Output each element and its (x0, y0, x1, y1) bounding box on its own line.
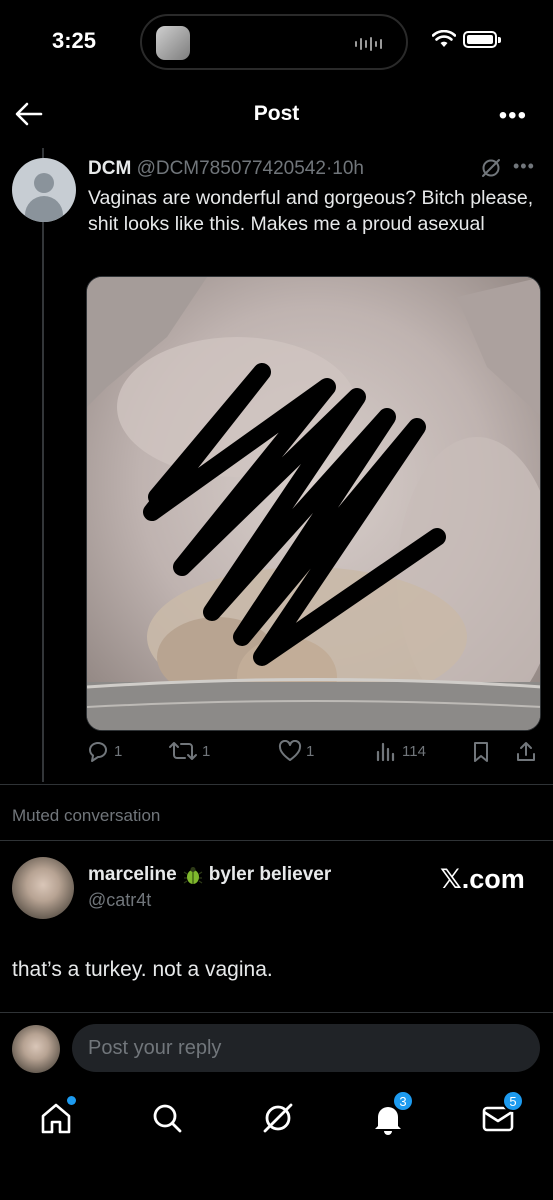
divider (0, 1012, 553, 1013)
notifications-badge: 3 (392, 1090, 414, 1112)
tweet-media-image[interactable] (86, 276, 541, 731)
home-indicator-area (0, 1148, 553, 1200)
status-time: 3:25 (52, 28, 97, 53)
repost-icon (169, 742, 197, 760)
views-count: 114 (402, 742, 426, 760)
views-chart-icon (376, 742, 395, 762)
divider (0, 840, 553, 841)
share-icon[interactable] (514, 740, 538, 764)
more-options-icon[interactable]: ••• (499, 102, 527, 130)
like-action[interactable]: 1 (278, 740, 314, 762)
reply-author-first: marceline (88, 864, 177, 885)
x-watermark: 𝕏.com (440, 864, 525, 894)
audio-waveform-icon (355, 35, 382, 53)
muted-conversation-label: Muted conversation (12, 806, 161, 825)
tab-grok[interactable] (258, 1098, 298, 1138)
repost-action[interactable]: 1 (168, 740, 210, 762)
post-header: Post ••• (0, 88, 553, 140)
reply-composer[interactable] (72, 1024, 540, 1072)
reply-author-suffix: byler believer (208, 864, 332, 885)
divider (0, 784, 553, 785)
like-count: 1 (306, 742, 315, 760)
tab-home[interactable] (36, 1096, 76, 1138)
tweet-text: Vaginas are wonderful and gorgeous? Bitc… (88, 187, 534, 235)
status-bar: 3:25 (0, 0, 553, 84)
reply-action[interactable]: 1 (86, 740, 122, 762)
messages-badge: 5 (502, 1090, 524, 1112)
tweet-more-icon[interactable]: ••• (513, 156, 535, 177)
reply-count: 1 (114, 742, 123, 760)
wifi-icon (432, 30, 456, 47)
avatar[interactable] (12, 1025, 60, 1073)
reply-author-name[interactable]: marceline byler believer (88, 864, 331, 886)
censored-photo (87, 277, 540, 730)
grok-icon (263, 1103, 293, 1133)
avatar[interactable] (12, 857, 74, 919)
post-age[interactable]: 10h (332, 158, 364, 179)
tweet-actions: 1 1 1 114 (86, 740, 546, 770)
reply-text: that’s a turkey. not a vagina. (12, 958, 273, 981)
tab-notifications[interactable]: 3 (368, 1090, 414, 1138)
beetle-emoji-icon (183, 867, 203, 884)
reply-icon (89, 742, 107, 762)
grok-icon[interactable] (480, 157, 502, 179)
author-name[interactable]: DCM (88, 158, 131, 179)
search-icon (153, 1104, 182, 1133)
bottom-tab-bar: 3 5 (0, 1088, 553, 1148)
heart-icon (278, 740, 302, 761)
page-title: Post (253, 102, 300, 125)
new-posts-dot (67, 1096, 76, 1105)
tweet-header: DCM @DCM785077420542·10h (88, 158, 364, 180)
battery-icon (463, 31, 501, 48)
reply-author-handle[interactable]: @catr4t (88, 890, 151, 911)
tab-search[interactable] (147, 1098, 187, 1138)
now-playing-thumbnail (156, 26, 190, 60)
bookmark-icon[interactable] (470, 740, 492, 764)
tab-messages[interactable]: 5 (478, 1090, 524, 1138)
repost-count: 1 (202, 742, 211, 760)
author-handle[interactable]: @DCM785077420542 (137, 158, 326, 179)
reply-input[interactable] (88, 1024, 518, 1072)
avatar[interactable] (12, 158, 76, 222)
views-action[interactable]: 114 (374, 740, 426, 762)
dynamic-island[interactable] (140, 14, 408, 70)
thread-line (42, 148, 44, 782)
